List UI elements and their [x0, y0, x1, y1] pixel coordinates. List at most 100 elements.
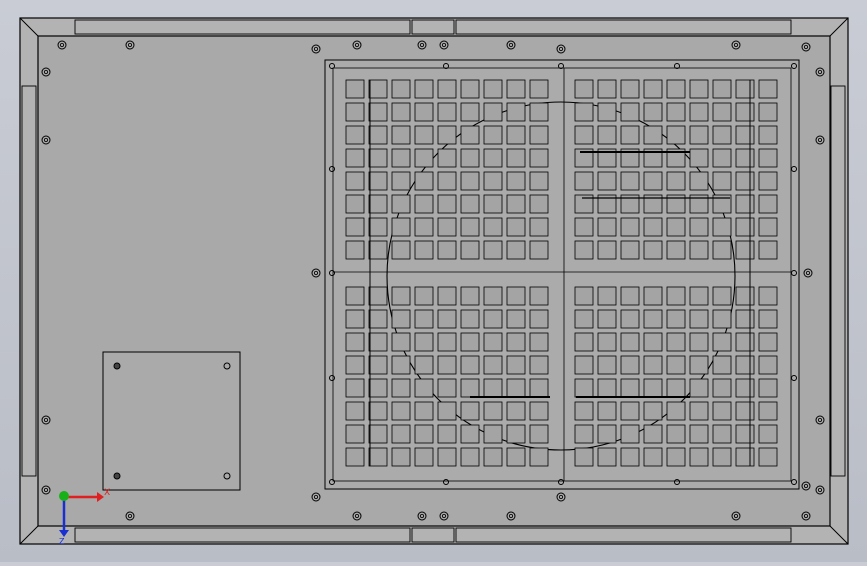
grille-slot: [414, 171, 434, 191]
grille-slot: [643, 309, 663, 329]
grille-slot: [689, 148, 709, 168]
grille-slot: [368, 332, 388, 352]
grille-slot: [666, 309, 686, 329]
grille-slot: [597, 355, 617, 375]
vent-grille: [324, 59, 800, 490]
grille-slot: [368, 102, 388, 122]
grille-slot: [483, 424, 503, 444]
grille-slot: [574, 309, 594, 329]
grille-slot: [437, 148, 457, 168]
grille-slot: [391, 309, 411, 329]
grille-slot: [597, 217, 617, 237]
grille-slot: [391, 125, 411, 145]
grille-slot: [437, 332, 457, 352]
grille-slot: [529, 424, 549, 444]
grille-slot: [460, 355, 480, 375]
grille-slot: [689, 102, 709, 122]
grille-slot: [597, 286, 617, 306]
grille-slot: [506, 240, 526, 260]
grille-slot: [529, 240, 549, 260]
cad-viewport[interactable]: X Z: [0, 0, 867, 562]
grille-slot: [758, 125, 778, 145]
grille-slot: [506, 171, 526, 191]
grille-slot: [574, 355, 594, 375]
grille-slot: [735, 401, 755, 421]
z-axis-label: Z: [59, 537, 65, 546]
grille-slot: [712, 447, 732, 467]
grille-slot: [620, 447, 640, 467]
grille-slot: [391, 240, 411, 260]
grille-slot: [391, 194, 411, 214]
grille-slot: [483, 217, 503, 237]
grille-slot: [597, 125, 617, 145]
grille-slot: [712, 355, 732, 375]
grille-slot: [391, 217, 411, 237]
grille-slot: [620, 309, 640, 329]
grille-slot: [483, 401, 503, 421]
grille-slot: [414, 148, 434, 168]
grille-slot: [414, 332, 434, 352]
grille-slot: [735, 102, 755, 122]
grille-slot: [368, 424, 388, 444]
grille-slot: [506, 355, 526, 375]
grille-slot: [643, 401, 663, 421]
grille-slot: [414, 102, 434, 122]
cover-plate: [102, 351, 241, 491]
grille-slot: [529, 102, 549, 122]
grille-slot: [529, 217, 549, 237]
grille-slot: [506, 286, 526, 306]
grille-slot: [735, 125, 755, 145]
grille-slot: [620, 217, 640, 237]
grille-slot: [689, 355, 709, 375]
grille-slot: [689, 217, 709, 237]
grille-slot: [529, 79, 549, 99]
grille-slot: [391, 378, 411, 398]
grille-slot: [735, 309, 755, 329]
grille-slot: [712, 309, 732, 329]
grille-slot: [345, 217, 365, 237]
grille-slot: [712, 286, 732, 306]
grille-slot: [689, 171, 709, 191]
grille-slot: [574, 401, 594, 421]
grille-slot: [735, 217, 755, 237]
grille-slot: [643, 125, 663, 145]
grille-slot: [483, 447, 503, 467]
grille-slot: [368, 355, 388, 375]
grille-slot: [666, 217, 686, 237]
grille-slot: [758, 447, 778, 467]
grille-slot: [643, 240, 663, 260]
grille-slot: [460, 240, 480, 260]
grille-slot: [345, 401, 365, 421]
grille-slot: [597, 447, 617, 467]
grille-slot: [666, 424, 686, 444]
grille-slot: [414, 424, 434, 444]
grille-slot: [506, 401, 526, 421]
grille-slot: [506, 102, 526, 122]
grille-slot: [391, 332, 411, 352]
grille-slot: [643, 447, 663, 467]
grille-slot: [735, 332, 755, 352]
grille-slot: [529, 309, 549, 329]
grille-slot: [666, 355, 686, 375]
grille-slot: [414, 240, 434, 260]
grille-slot: [529, 171, 549, 191]
grille-slot: [666, 102, 686, 122]
grille-slot: [460, 171, 480, 191]
grille-slot: [620, 401, 640, 421]
grille-slot: [391, 286, 411, 306]
grille-slot: [574, 171, 594, 191]
grille-slot: [368, 217, 388, 237]
grille-slot: [483, 79, 503, 99]
grille-slot: [666, 401, 686, 421]
grille-slot: [758, 240, 778, 260]
grille-slot: [391, 424, 411, 444]
grille-slot: [460, 401, 480, 421]
grille-slot: [345, 194, 365, 214]
grille-slot: [345, 79, 365, 99]
grille-slot: [437, 125, 457, 145]
grille-slot: [758, 332, 778, 352]
grille-slot: [460, 378, 480, 398]
grille-slot: [735, 171, 755, 191]
grille-slot: [414, 309, 434, 329]
grille-slot: [506, 217, 526, 237]
